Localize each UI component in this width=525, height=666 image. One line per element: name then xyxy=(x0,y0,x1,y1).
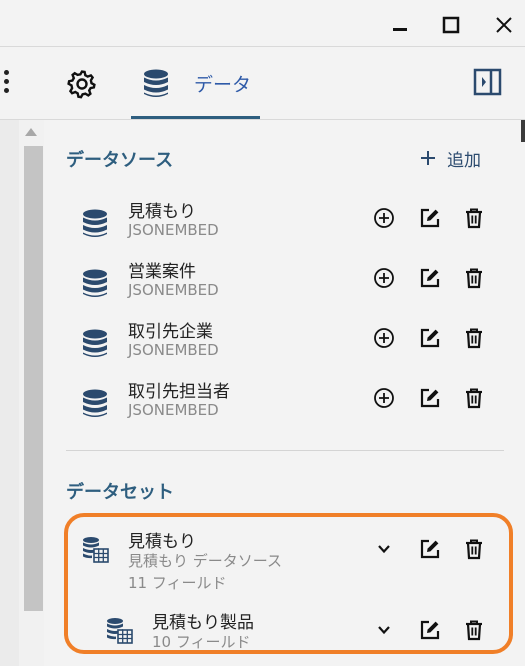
dataset-fields: 11 フィールド xyxy=(128,574,227,592)
left-rail xyxy=(0,120,19,666)
data-source-name: 営業案件 xyxy=(128,262,196,282)
edit-button[interactable] xyxy=(418,618,442,642)
data-sets-title: データセット xyxy=(66,482,174,503)
edit-button[interactable] xyxy=(418,206,442,230)
database-icon xyxy=(82,389,108,419)
scroll-up-arrow-icon[interactable] xyxy=(25,128,37,136)
data-source-item[interactable]: 取引先担当者 JSONEMBED xyxy=(66,375,510,431)
database-icon xyxy=(82,209,108,239)
edit-icon xyxy=(419,619,441,641)
dataset-fields: 10 フィールド xyxy=(152,633,251,651)
add-dataset-button[interactable] xyxy=(372,386,396,410)
gear-icon xyxy=(67,70,96,99)
chevron-down-icon xyxy=(376,541,392,557)
plus-circle-icon xyxy=(373,207,395,229)
dataset-icon xyxy=(82,536,110,564)
delete-button[interactable] xyxy=(462,266,486,290)
delete-button[interactable] xyxy=(462,206,486,230)
database-icon xyxy=(82,269,108,299)
data-source-name: 取引先担当者 xyxy=(128,382,230,402)
data-source-item[interactable]: 見積もり JSONEMBED xyxy=(66,195,510,251)
data-source-item[interactable]: 取引先企業 JSONEMBED xyxy=(66,315,510,371)
edit-button[interactable] xyxy=(418,326,442,350)
data-source-name: 取引先企業 xyxy=(128,322,213,342)
add-data-source-button[interactable]: 追加 xyxy=(419,145,481,171)
more-menu-icon[interactable] xyxy=(0,70,12,98)
expand-button[interactable] xyxy=(372,618,396,642)
trash-icon xyxy=(463,207,485,229)
edit-icon xyxy=(419,387,441,409)
data-source-type: JSONEMBED xyxy=(128,281,219,299)
plus-circle-icon xyxy=(373,267,395,289)
trash-icon xyxy=(463,267,485,289)
edit-icon xyxy=(419,267,441,289)
data-source-name: 見積もり xyxy=(128,202,196,222)
database-icon xyxy=(82,329,108,359)
title-bar xyxy=(0,0,525,46)
maximize-button[interactable] xyxy=(436,10,466,40)
edit-icon xyxy=(419,327,441,349)
trash-icon xyxy=(463,619,485,641)
delete-button[interactable] xyxy=(462,326,486,350)
close-button[interactable] xyxy=(489,10,519,40)
add-dataset-button[interactable] xyxy=(372,206,396,230)
plus-circle-icon xyxy=(373,387,395,409)
data-sources-title: データソース xyxy=(66,150,174,171)
chevron-down-icon xyxy=(376,622,392,638)
delete-button[interactable] xyxy=(462,537,486,561)
section-divider xyxy=(66,450,504,451)
minimize-icon xyxy=(393,28,407,31)
database-icon xyxy=(144,69,168,97)
tab-data[interactable]: データ xyxy=(133,58,260,118)
tab-divider xyxy=(0,119,525,120)
data-source-type: JSONEMBED xyxy=(128,401,219,419)
panel-toggle-icon xyxy=(473,68,502,96)
maximize-icon xyxy=(442,16,460,34)
trash-icon xyxy=(463,538,485,560)
expand-button[interactable] xyxy=(372,537,396,561)
tab-data-label: データ xyxy=(194,74,252,96)
edit-icon xyxy=(419,538,441,560)
right-edge xyxy=(520,120,525,666)
add-label: 追加 xyxy=(447,150,481,171)
edit-button[interactable] xyxy=(418,266,442,290)
add-dataset-button[interactable] xyxy=(372,326,396,350)
close-icon xyxy=(496,17,512,33)
minimize-button[interactable] xyxy=(385,10,415,40)
panel-toggle-button[interactable] xyxy=(473,67,503,97)
dataset-icon xyxy=(106,617,134,645)
data-source-type: JSONEMBED xyxy=(128,341,219,359)
edit-button[interactable] xyxy=(418,537,442,561)
data-source-item[interactable]: 営業案件 JSONEMBED xyxy=(66,255,510,311)
tab-settings[interactable] xyxy=(60,64,104,104)
edit-icon xyxy=(419,207,441,229)
plus-icon xyxy=(421,151,435,165)
dataset-name: 見積もり製品 xyxy=(152,613,254,633)
dataset-name: 見積もり xyxy=(128,532,196,552)
data-source-type: JSONEMBED xyxy=(128,221,219,239)
trash-icon xyxy=(463,327,485,349)
add-dataset-button[interactable] xyxy=(372,266,396,290)
delete-button[interactable] xyxy=(462,386,486,410)
dataset-source: 見積もり データソース xyxy=(128,552,283,570)
trash-icon xyxy=(463,387,485,409)
edit-button[interactable] xyxy=(418,386,442,410)
scrollbar-thumb[interactable] xyxy=(24,146,43,611)
plus-circle-icon xyxy=(373,327,395,349)
delete-button[interactable] xyxy=(462,618,486,642)
